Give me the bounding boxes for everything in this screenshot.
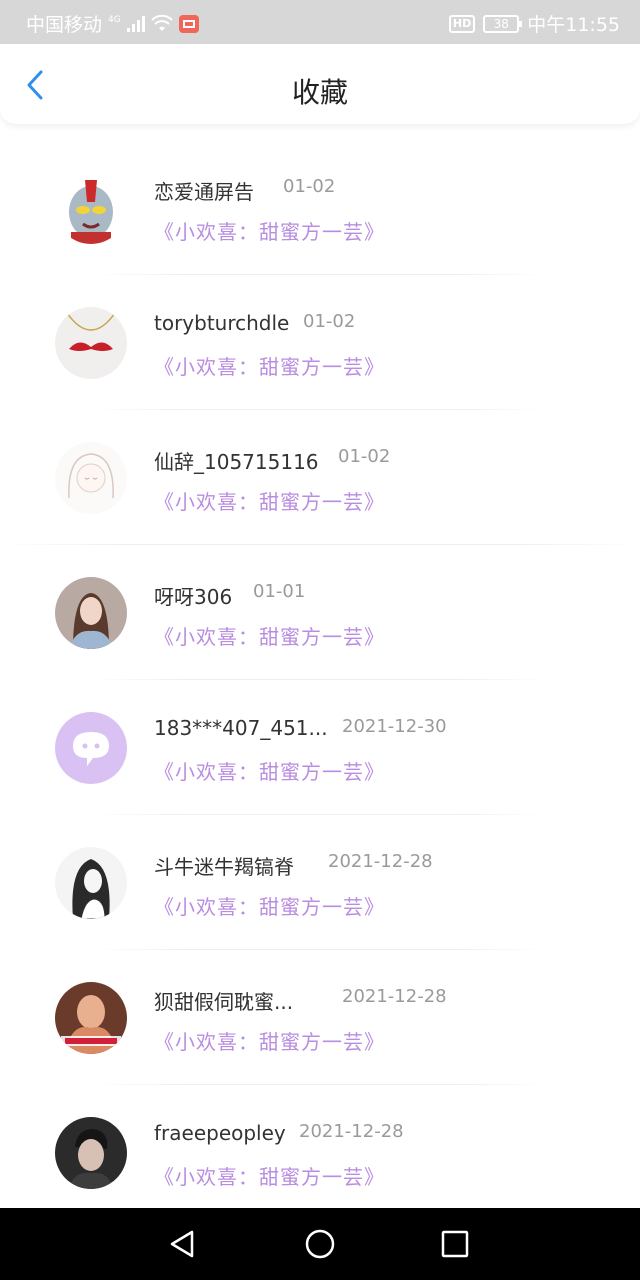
signal-icon [126, 15, 145, 32]
user-name: 斗牛迷牛羯镐脊 [154, 855, 294, 879]
avatar[interactable] [55, 442, 127, 514]
list-item[interactable]: 恋爱通屏告 01-02 《小欢喜：甜蜜方一芸》 [0, 140, 640, 275]
list-item[interactable]: 呀呀306 01-01 《小欢喜：甜蜜方一芸》 [0, 545, 640, 680]
avatar[interactable] [55, 1117, 127, 1189]
nav-back-button[interactable] [165, 1226, 201, 1262]
favorite-date: 01-02 [338, 446, 391, 467]
favorite-date: 2021-12-28 [342, 986, 447, 1007]
favorite-date: 01-02 [283, 176, 336, 197]
work-title-link[interactable]: 《小欢喜：甜蜜方一芸》 [154, 1026, 385, 1055]
work-title-link[interactable]: 《小欢喜：甜蜜方一芸》 [154, 486, 385, 515]
wifi-icon [151, 14, 173, 31]
work-title-link[interactable]: 《小欢喜：甜蜜方一芸》 [154, 351, 385, 380]
avatar[interactable] [55, 577, 127, 649]
list-item[interactable]: 183***407_451... 2021-12-30 《小欢喜：甜蜜方一芸》 [0, 680, 640, 815]
work-title-link[interactable]: 《小欢喜：甜蜜方一芸》 [154, 891, 385, 920]
work-title-link[interactable]: 《小欢喜：甜蜜方一芸》 [154, 1161, 385, 1190]
favorite-date: 01-02 [303, 311, 356, 332]
hd-icon: HD [448, 14, 476, 33]
work-title-link[interactable]: 《小欢喜：甜蜜方一芸》 [154, 756, 385, 785]
avatar[interactable] [55, 847, 127, 919]
favorites-list: 恋爱通屏告 01-02 《小欢喜：甜蜜方一芸》 torybturchdle 01… [0, 140, 640, 1220]
battery-level: 38 [493, 16, 509, 31]
list-item[interactable]: torybturchdle 01-02 《小欢喜：甜蜜方一芸》 [0, 275, 640, 410]
mail-notification-icon [178, 14, 199, 33]
avatar[interactable] [55, 172, 127, 244]
avatar[interactable] [55, 982, 127, 1054]
user-name: 呀呀306 [154, 585, 233, 609]
carrier-label: 中国移动 [26, 14, 103, 36]
work-title-link[interactable]: 《小欢喜：甜蜜方一芸》 [154, 216, 385, 245]
list-item[interactable]: 斗牛迷牛羯镐脊 2021-12-28 《小欢喜：甜蜜方一芸》 [0, 815, 640, 950]
list-item[interactable]: 狈甜假伺耽蜜... 2021-12-28 《小欢喜：甜蜜方一芸》 [0, 950, 640, 1085]
user-name: 仙辞_105715116 [154, 450, 319, 474]
favorite-date: 2021-12-28 [299, 1121, 404, 1142]
favorite-date: 01-01 [253, 581, 306, 602]
page-title: 收藏 [291, 76, 348, 109]
nav-home-button[interactable] [302, 1226, 338, 1262]
list-item[interactable]: fraeepeopley 2021-12-28 《小欢喜：甜蜜方一芸》 [0, 1085, 640, 1220]
status-bar: 中国移动 4G HD 38 中午11:55 [0, 0, 640, 44]
battery-icon: 38 [483, 14, 523, 33]
app-header: 收藏 [0, 44, 640, 124]
avatar[interactable] [55, 307, 127, 379]
user-name: torybturchdle [154, 311, 290, 335]
square-recent-icon [441, 1230, 469, 1258]
nav-recent-button[interactable] [437, 1226, 473, 1262]
circle-home-icon [305, 1229, 335, 1259]
favorite-date: 2021-12-28 [328, 851, 433, 872]
user-name: 183***407_451... [154, 716, 328, 740]
clock: 中午11:55 [527, 14, 620, 36]
network-type: 4G [108, 14, 121, 25]
favorite-date: 2021-12-30 [342, 716, 447, 737]
work-title-link[interactable]: 《小欢喜：甜蜜方一芸》 [154, 621, 385, 650]
list-item[interactable]: 仙辞_105715116 01-02 《小欢喜：甜蜜方一芸》 [0, 410, 640, 545]
system-navigation-bar [0, 1208, 640, 1280]
user-name: 恋爱通屏告 [154, 180, 254, 204]
avatar[interactable] [55, 712, 127, 784]
user-name: fraeepeopley [154, 1121, 286, 1145]
triangle-back-icon [170, 1230, 194, 1258]
user-name: 狈甜假伺耽蜜... [154, 990, 294, 1014]
